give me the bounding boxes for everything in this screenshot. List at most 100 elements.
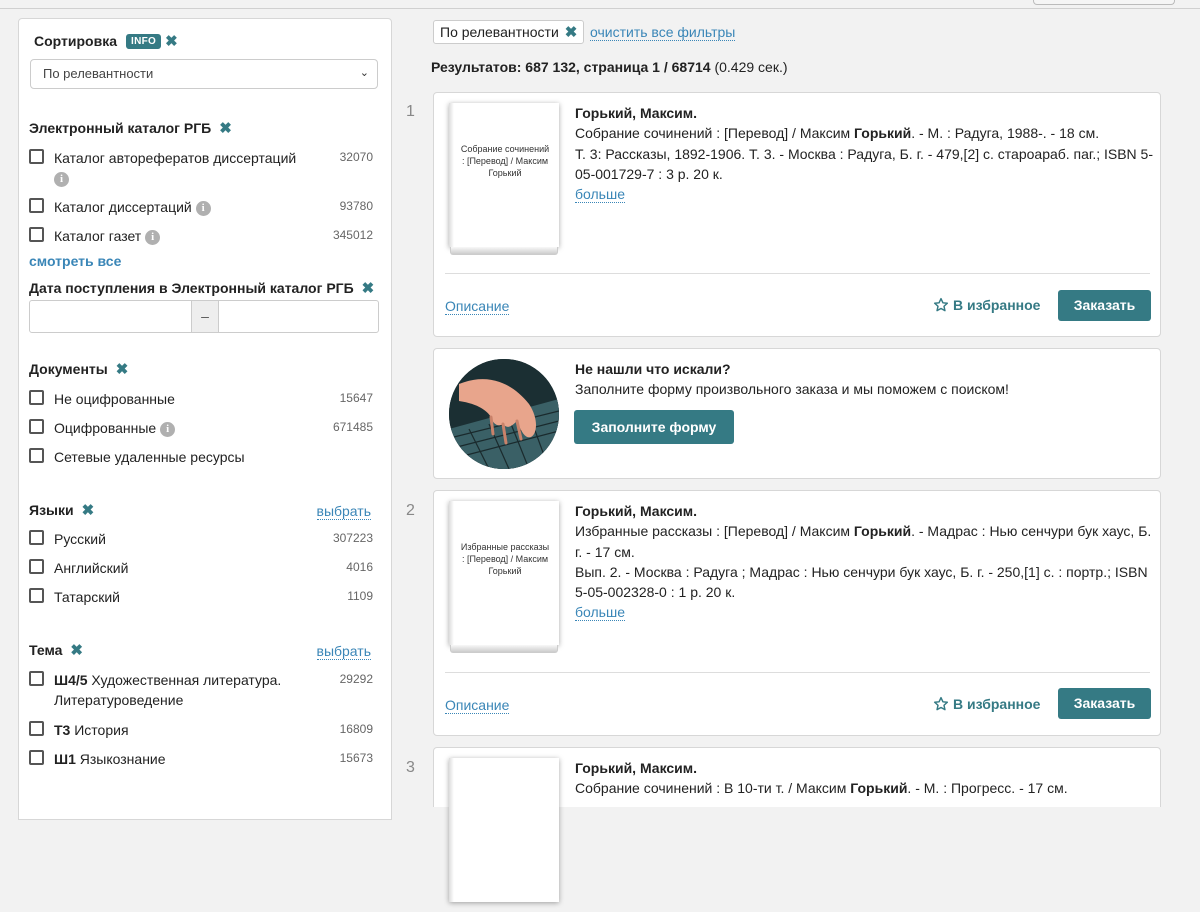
results-count: Результатов: 687 132, страница 1 bbox=[431, 59, 660, 75]
topic-code: Т3 bbox=[54, 722, 71, 738]
language-item-russian[interactable]: Русский 307223 bbox=[29, 529, 373, 549]
language-item-english[interactable]: Английский 4016 bbox=[29, 558, 373, 578]
book-cover-title: Собрание сочинений : [Перевод] / Максим … bbox=[460, 144, 550, 178]
top-bar bbox=[0, 0, 1200, 9]
more-link[interactable]: больше bbox=[575, 604, 625, 622]
close-icon[interactable]: ✖ bbox=[362, 281, 375, 296]
catalog-item-label: Каталог диссертаций i bbox=[54, 197, 211, 217]
catalog-item-count: 32070 bbox=[339, 150, 373, 164]
language-item-tatar[interactable]: Татарский 1109 bbox=[29, 587, 373, 607]
info-icon[interactable]: i bbox=[145, 229, 161, 245]
book-cover[interactable]: Собрание сочинений : [Перевод] / Максим … bbox=[447, 103, 559, 257]
catalog-item-label: Каталог газет i bbox=[54, 226, 161, 246]
record-title-part: Собрание сочинений : [Перевод] / Максим bbox=[575, 125, 855, 142]
info-icon[interactable]: i bbox=[54, 171, 69, 187]
promo-image bbox=[449, 359, 559, 469]
sort-select-value: По релевантности bbox=[43, 66, 154, 81]
topic-code: Ш1 bbox=[54, 751, 76, 767]
divider bbox=[445, 672, 1150, 673]
date-range-input[interactable]: – bbox=[29, 300, 379, 333]
documents-item-label-text: Оцифрованные bbox=[54, 420, 157, 436]
keyboard-hand-image bbox=[449, 359, 559, 469]
documents-item-network[interactable]: Сетевые удаленные ресурсы bbox=[29, 447, 373, 467]
record-author[interactable]: Горький, Максим. bbox=[575, 758, 1155, 778]
record-volume-line: Вып. 2. - Москва : Радуга ; Мадрас : Нью… bbox=[575, 563, 1148, 601]
description-link[interactable]: Описание bbox=[445, 298, 510, 315]
favorite-button[interactable]: В избранное bbox=[933, 696, 1040, 712]
catalog-item-dissertations[interactable]: Каталог диссертаций i 93780 bbox=[29, 197, 373, 217]
order-button[interactable]: Заказать bbox=[1058, 688, 1151, 719]
record-title-line: Собрание сочинений : В 10-ти т. / Максим… bbox=[575, 778, 1155, 798]
close-icon[interactable]: ✖ bbox=[82, 503, 95, 518]
info-icon[interactable]: i bbox=[195, 200, 211, 216]
checkbox[interactable] bbox=[29, 227, 44, 242]
favorite-button[interactable]: В избранное bbox=[933, 297, 1040, 313]
info-icon[interactable]: i bbox=[160, 421, 176, 437]
divider bbox=[445, 273, 1150, 274]
catalog-item-label: Каталог авторефератов диссертаций i bbox=[54, 148, 296, 188]
checkbox[interactable] bbox=[29, 721, 44, 736]
checkbox[interactable] bbox=[29, 671, 44, 686]
documents-section-title: Документы ✖ bbox=[29, 361, 128, 377]
active-filter-chip[interactable]: По релевантности ✖ bbox=[433, 20, 585, 44]
checkbox[interactable] bbox=[29, 198, 44, 213]
catalog-item-newspapers[interactable]: Каталог газет i 345012 bbox=[29, 226, 373, 246]
close-icon[interactable]: ✖ bbox=[565, 25, 578, 40]
language-item-count: 307223 bbox=[332, 531, 373, 545]
checkbox[interactable] bbox=[29, 149, 44, 164]
close-icon[interactable]: ✖ bbox=[116, 362, 129, 377]
catalog-item-autoref[interactable]: Каталог авторефератов диссертаций i 32070 bbox=[29, 148, 373, 188]
fill-form-button[interactable]: Заполните форму bbox=[574, 410, 734, 444]
book-cover[interactable] bbox=[447, 758, 559, 912]
record-number: 1 bbox=[406, 103, 415, 120]
info-badge[interactable]: INFO bbox=[126, 33, 162, 49]
record-volume-line: Т. 3: Рассказы, 1892-1906. Т. 3. - Москв… bbox=[575, 145, 1154, 182]
record-author[interactable]: Горький, Максим. bbox=[575, 103, 1155, 123]
catalog-item-count: 345012 bbox=[332, 228, 373, 242]
topic-item-history[interactable]: Т3 История 16809 bbox=[29, 720, 373, 740]
record-title-author: Горький bbox=[850, 780, 908, 797]
description-link[interactable]: Описание bbox=[445, 697, 510, 714]
language-item-count: 1109 bbox=[347, 589, 373, 603]
topic-item-linguistics[interactable]: Ш1 Языкознание 15673 bbox=[29, 749, 373, 769]
record-title-imprint: . - М. : Радуга, 1988-. - 18 см. bbox=[911, 125, 1100, 142]
order-button[interactable]: Заказать bbox=[1058, 290, 1151, 321]
sort-title: Сортировка bbox=[34, 33, 117, 49]
sort-select[interactable]: По релевантности ⌄ bbox=[30, 59, 378, 89]
checkbox[interactable] bbox=[29, 390, 44, 405]
checkbox[interactable] bbox=[29, 448, 44, 463]
book-cover[interactable]: Избранные рассказы : [Перевод] / Максим … bbox=[447, 501, 559, 655]
clear-filters-link[interactable]: очистить все фильтры bbox=[590, 24, 736, 41]
close-icon[interactable]: ✖ bbox=[219, 121, 232, 136]
topics-select-link[interactable]: выбрать bbox=[316, 643, 371, 660]
documents-item-not-digitized[interactable]: Не оцифрованные 15647 bbox=[29, 389, 373, 409]
book-spine bbox=[449, 103, 454, 247]
top-button-edge[interactable] bbox=[1033, 0, 1175, 5]
record-title-line: Избранные рассказы : [Перевод] / Максим … bbox=[575, 521, 1155, 562]
book-cover-title: Избранные рассказы : [Перевод] / Максим … bbox=[460, 542, 550, 576]
languages-title-text: Языки bbox=[29, 502, 74, 518]
book-spine bbox=[449, 758, 454, 902]
checkbox[interactable] bbox=[29, 750, 44, 765]
documents-item-label: Сетевые удаленные ресурсы bbox=[54, 449, 245, 465]
topic-item-label: Ш1 Языкознание bbox=[54, 749, 166, 769]
more-link[interactable]: больше bbox=[575, 186, 625, 204]
chevron-down-icon: ⌄ bbox=[359, 67, 369, 79]
languages-select-link[interactable]: выбрать bbox=[316, 503, 371, 520]
documents-item-digitized[interactable]: Оцифрованные i 671485 bbox=[29, 418, 373, 438]
close-icon[interactable]: ✖ bbox=[165, 34, 178, 49]
close-icon[interactable]: ✖ bbox=[70, 643, 83, 658]
checkbox[interactable] bbox=[29, 559, 44, 574]
record-author[interactable]: Горький, Максим. bbox=[575, 501, 1155, 521]
checkbox[interactable] bbox=[29, 419, 44, 434]
checkbox[interactable] bbox=[29, 588, 44, 603]
book-pages bbox=[450, 247, 558, 255]
see-all-link[interactable]: смотреть все bbox=[29, 253, 121, 269]
checkbox[interactable] bbox=[29, 530, 44, 545]
topic-item-fiction[interactable]: Ш4/5 Художественная литература. Литерату… bbox=[29, 670, 373, 710]
record-title-author: Горький bbox=[853, 523, 912, 540]
topic-label-text: Языкознание bbox=[79, 751, 166, 767]
documents-item-count: 671485 bbox=[332, 420, 373, 434]
record-number: 2 bbox=[406, 502, 415, 519]
record-description: Горький, Максим. Собрание сочинений : В … bbox=[575, 758, 1155, 799]
